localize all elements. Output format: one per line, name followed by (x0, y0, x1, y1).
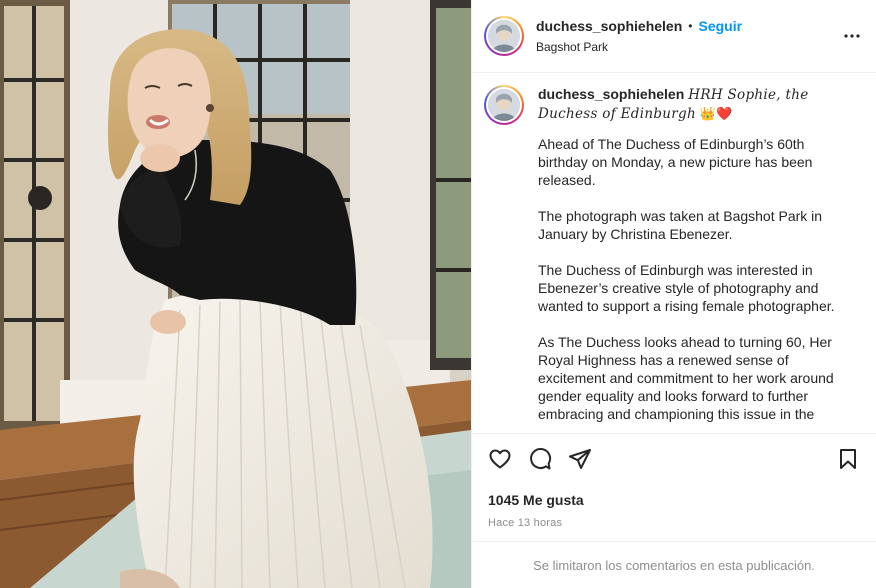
caption-avatar[interactable] (484, 85, 524, 125)
caption-username[interactable]: duchess_sophiehelen (538, 86, 684, 102)
caption-text: Ahead of The Duchess of Edinburgh’s 60th… (538, 135, 844, 423)
caption-area[interactable]: duchess_sophiehelen HRH Sophie, the Duche… (472, 73, 876, 433)
caption-paragraph: The Duchess of Edinburgh was interested … (538, 262, 835, 314)
caption-paragraph: As The Duchess looks ahead to turning 60… (538, 334, 834, 422)
avatar-image (488, 20, 520, 52)
caption-intro: duchess_sophiehelen HRH Sophie, the Duche… (538, 85, 844, 123)
post-image (0, 0, 471, 588)
caption-paragraph: The photograph was taken at Bagshot Park… (538, 208, 823, 242)
separator-dot: • (688, 19, 693, 34)
post-photo[interactable] (0, 0, 471, 588)
post-location[interactable]: Bagshot Park (536, 40, 840, 54)
post-actions: 1045 Me gusta Hace 13 horas (472, 433, 876, 529)
post-header: duchess_sophiehelen • Seguir Bagshot Par… (472, 0, 876, 73)
caption-emojis: 👑❤️ (699, 106, 733, 121)
likes-count[interactable]: 1045 Me gusta (488, 492, 860, 508)
follow-button[interactable]: Seguir (698, 18, 742, 35)
post-details-pane: duchess_sophiehelen • Seguir Bagshot Par… (471, 0, 876, 588)
post-timestamp[interactable]: Hace 13 horas (488, 517, 860, 529)
avatar[interactable] (484, 16, 524, 56)
post-author-username[interactable]: duchess_sophiehelen (536, 18, 682, 35)
caption-paragraph: Ahead of The Duchess of Edinburgh’s 60th… (538, 136, 813, 188)
heart-icon[interactable] (488, 447, 512, 471)
more-options-icon[interactable] (840, 24, 864, 48)
bookmark-icon[interactable] (836, 447, 860, 471)
comments-limited-note: Se limitaron los comentarios en esta pub… (472, 541, 876, 588)
comment-icon[interactable] (528, 447, 552, 471)
caption-avatar-image (488, 89, 520, 121)
share-icon[interactable] (568, 447, 592, 471)
